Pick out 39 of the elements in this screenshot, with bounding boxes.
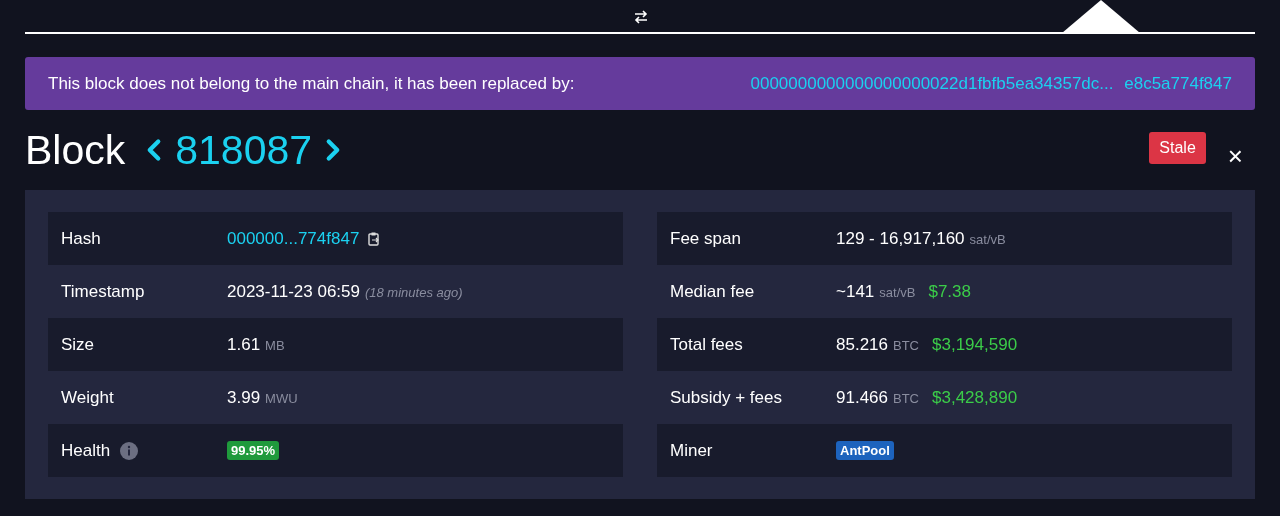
fiat-value: $3,428,890 — [932, 387, 1018, 408]
field-label: Subsidy + fees — [670, 387, 782, 408]
field-label: Size — [61, 334, 95, 355]
info-icon[interactable] — [120, 441, 139, 460]
fiat-value: $7.38 — [928, 281, 971, 302]
banner-message: This block does not belong to the main chain, it has been replaced by: — [48, 73, 575, 94]
hash-link[interactable]: 000000...774f847 — [227, 228, 360, 249]
field-value: 2023-11-23 06:59 — [227, 281, 360, 302]
field-value: 1.61 — [227, 334, 261, 355]
unit-label: MWU — [265, 390, 298, 406]
field-label: Median fee — [670, 281, 755, 302]
swap-icon[interactable] — [634, 9, 648, 25]
fiat-value: $3,194,590 — [932, 334, 1018, 355]
field-label: Timestamp — [61, 281, 145, 302]
unit-label: MB — [265, 337, 285, 353]
field-label: Miner — [670, 440, 713, 461]
status-badge: Stale — [1149, 131, 1206, 164]
field-value: 91.466 — [836, 387, 888, 408]
field-value: 85.216 — [836, 334, 888, 355]
field-label: Fee span — [670, 228, 741, 249]
replacement-block-link[interactable]: 0000000000000000000022d1fbfb5ea34357dc... e8c5a774f847 — [750, 73, 1232, 94]
field-label: Health — [61, 440, 111, 461]
field-value: 3.99 — [227, 387, 261, 408]
field-value: ~141 — [836, 281, 875, 302]
clipboard-icon[interactable] — [368, 231, 381, 246]
unit-label: BTC — [893, 390, 919, 406]
page-title: Block — [25, 126, 126, 174]
unit-label: sat/vB — [879, 284, 916, 300]
block-height-link[interactable]: 818087 — [175, 126, 313, 174]
value-badge: 99.95% — [227, 441, 280, 460]
close-button[interactable]: × — [1227, 140, 1255, 172]
relative-time: (18 minutes ago) — [364, 284, 463, 300]
field-label: Hash — [61, 228, 101, 249]
unit-label: BTC — [893, 337, 919, 353]
field-value: 129 - 16,917,160 — [836, 228, 965, 249]
unit-label: sat/vB — [969, 231, 1006, 247]
value-badge: AntPool — [836, 441, 894, 460]
field-label: Total fees — [670, 334, 743, 355]
field-label: Weight — [61, 387, 114, 408]
